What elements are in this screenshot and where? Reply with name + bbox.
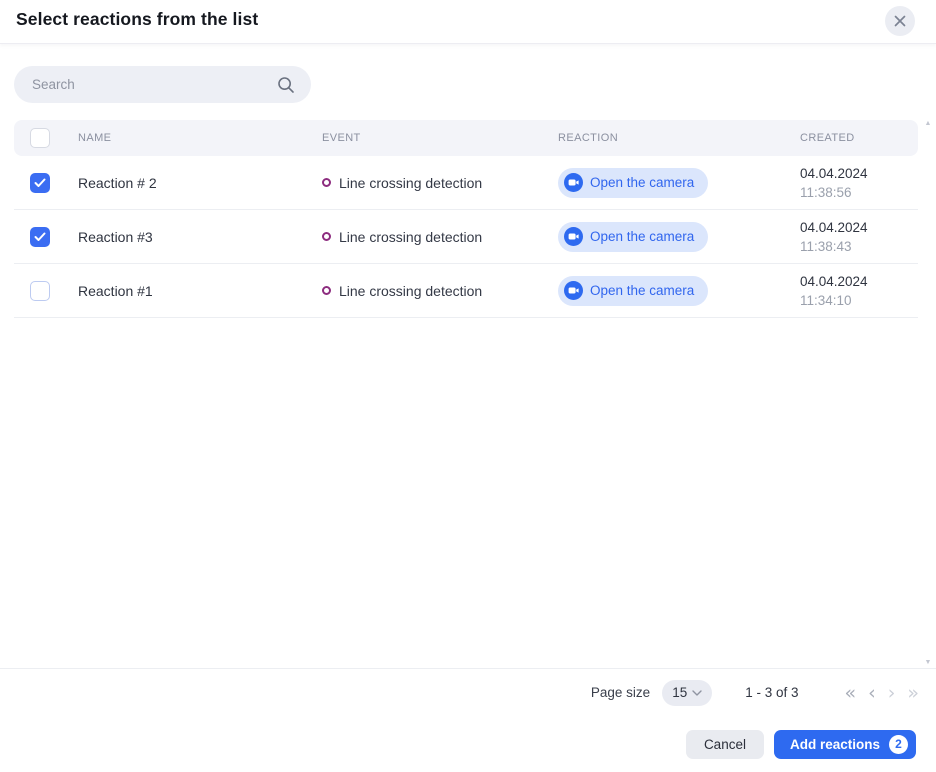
page-title: Select reactions from the list <box>16 9 259 29</box>
created-date: 04.04.2024 <box>800 219 868 235</box>
last-page-button[interactable]: » <box>904 683 922 703</box>
page-size-label: Page size <box>590 685 651 700</box>
event-type-icon <box>322 232 331 241</box>
reaction-chip-label: Open the camera <box>590 283 695 298</box>
reaction-chip-label: Open the camera <box>590 229 695 244</box>
row-checkbox[interactable] <box>30 226 50 247</box>
event-label: Line crossing detection <box>339 228 483 245</box>
add-reactions-button[interactable]: Add reactions 2 <box>773 729 916 759</box>
row-checkbox[interactable] <box>30 172 50 193</box>
created-time: 11:38:43 <box>800 238 852 254</box>
pagination-range: 1 - 3 of 3 <box>745 685 799 700</box>
created-date: 04.04.2024 <box>800 165 868 181</box>
event-type-icon <box>322 178 331 187</box>
created-time: 11:38:56 <box>800 184 852 200</box>
page-size-value: 15 <box>672 685 688 700</box>
scroll-down-icon[interactable]: ▼ <box>925 659 932 666</box>
close-icon <box>894 15 906 27</box>
cancel-button[interactable]: Cancel <box>685 729 764 759</box>
column-header-name: NAME <box>78 132 112 144</box>
reaction-chip[interactable]: Open the camera <box>558 221 709 252</box>
table-header-row: NAME EVENT REACTION CREATED <box>14 120 918 156</box>
camera-icon <box>564 173 583 192</box>
reaction-chip[interactable]: Open the camera <box>558 275 709 306</box>
vertical-scrollbar[interactable]: ▲ ▼ <box>922 120 934 666</box>
event-label: Line crossing detection <box>339 174 483 191</box>
reaction-name: Reaction # 2 <box>78 174 157 191</box>
event-type-icon <box>322 286 331 295</box>
modal-header: Select reactions from the list <box>0 0 936 44</box>
chevron-down-icon <box>692 689 702 696</box>
table-row[interactable]: Reaction # 2 Line crossing detection Ope… <box>14 156 918 210</box>
page-size-select[interactable]: 15 <box>662 679 713 706</box>
reactions-table: NAME EVENT REACTION CREATED Reaction # 2… <box>14 120 918 318</box>
modal-footer: Cancel Add reactions 2 <box>0 716 936 772</box>
first-page-button[interactable]: « <box>842 683 860 703</box>
pagination-bar: Page size 15 1 - 3 of 3 « ‹ › » <box>0 668 936 716</box>
reaction-name: Reaction #3 <box>78 228 153 245</box>
check-icon <box>34 232 46 241</box>
row-checkbox[interactable] <box>30 280 50 301</box>
check-icon <box>34 178 46 187</box>
created-cell: 04.04.2024 11:38:56 <box>800 164 918 202</box>
reaction-chip[interactable]: Open the camera <box>558 167 709 198</box>
table-row[interactable]: Reaction #1 Line crossing detection Open… <box>14 264 918 318</box>
reaction-chip-label: Open the camera <box>590 175 695 190</box>
search-input[interactable] <box>14 77 277 92</box>
created-date: 04.04.2024 <box>800 273 868 289</box>
camera-icon <box>564 281 583 300</box>
created-time: 11:34:10 <box>800 292 852 308</box>
camera-icon <box>564 227 583 246</box>
scroll-up-icon[interactable]: ▲ <box>925 120 932 127</box>
close-button[interactable] <box>885 6 915 36</box>
prev-page-button[interactable]: ‹ <box>865 683 879 703</box>
created-cell: 04.04.2024 11:38:43 <box>800 218 918 256</box>
search-icon[interactable] <box>277 76 295 94</box>
column-header-created: CREATED <box>800 132 855 144</box>
event-label: Line crossing detection <box>339 282 483 299</box>
selected-count-badge: 2 <box>889 734 908 754</box>
column-header-reaction: REACTION <box>558 132 619 144</box>
table-row[interactable]: Reaction #3 Line crossing detection Open… <box>14 210 918 264</box>
reaction-name: Reaction #1 <box>78 282 153 299</box>
created-cell: 04.04.2024 11:34:10 <box>800 272 918 310</box>
select-all-checkbox[interactable] <box>30 128 50 148</box>
column-header-event: EVENT <box>322 132 361 144</box>
next-page-button[interactable]: › <box>885 683 899 703</box>
add-reactions-label: Add reactions <box>789 736 880 752</box>
search-bar <box>14 66 311 103</box>
